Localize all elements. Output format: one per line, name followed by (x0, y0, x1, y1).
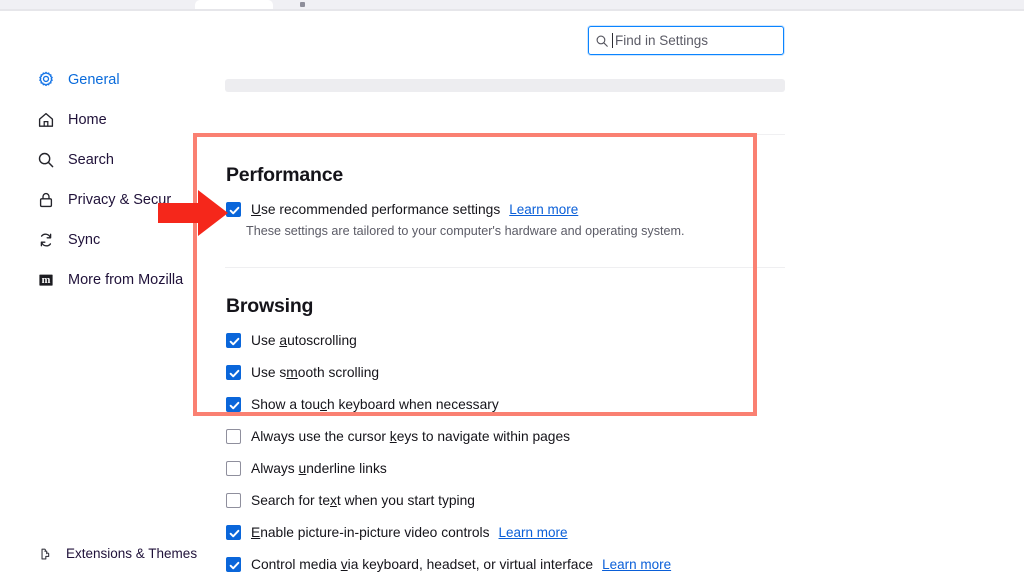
performance-description: These settings are tailored to your comp… (246, 224, 685, 238)
label-post: utoscrolling (287, 332, 357, 348)
browser-tab-strip (0, 0, 1024, 9)
sidebar-bottom-section: Extensions & Themes (0, 537, 200, 576)
sidebar-item-home[interactable]: Home (0, 100, 200, 140)
label-post: ooth scrolling (297, 364, 380, 380)
checkbox-label: Show a touch keyboard when necessary (251, 396, 499, 412)
puzzle-piece-icon (36, 546, 53, 563)
sidebar-item-label: General (68, 71, 120, 88)
access-key: U (251, 201, 261, 217)
label-post: eys to navigate within pages (396, 428, 571, 444)
home-icon (36, 110, 56, 130)
gear-icon (36, 70, 56, 90)
checkbox-checked-icon[interactable] (226, 365, 241, 380)
access-key: E (251, 524, 261, 540)
checkbox-checked-icon[interactable] (226, 397, 241, 412)
checkbox-row-recommended-performance[interactable]: Use recommended performance settings Lea… (226, 202, 578, 217)
mozilla-m-icon: m (36, 270, 56, 290)
sidebar-item-more-from-mozilla[interactable]: m More from Mozilla (0, 260, 200, 300)
learn-more-link[interactable]: Learn more (509, 202, 578, 217)
checkbox-checked-icon[interactable] (226, 202, 241, 217)
checkbox-unchecked-icon[interactable] (226, 461, 241, 476)
checkbox-label: Enable picture-in-picture video controls (251, 524, 490, 540)
checkbox-unchecked-icon[interactable] (226, 429, 241, 444)
label-post: nderline links (306, 460, 387, 476)
section-divider-top (225, 134, 785, 135)
access-key: a (279, 332, 288, 348)
checkbox-row[interactable]: Control media via keyboard, headset, or … (226, 557, 671, 572)
tab-favicon (300, 2, 305, 7)
checkbox-label: Always use the cursor keys to navigate w… (251, 428, 571, 444)
checkbox-row[interactable]: Search for text when you start typing (226, 493, 475, 508)
sidebar-item-firefox-support[interactable] (0, 571, 200, 576)
label-pre: Search for te (251, 492, 330, 508)
label-post: nable picture-in-picture video controls (260, 524, 490, 540)
access-key: x (330, 492, 337, 508)
checkbox-row[interactable]: Always use the cursor keys to navigate w… (226, 429, 570, 444)
checkbox-label: Use autoscrolling (251, 332, 357, 348)
label-rest: se recommended performance settings (260, 201, 501, 217)
checkbox-row[interactable]: Show a touch keyboard when necessary (226, 397, 499, 412)
access-key: c (320, 396, 327, 412)
label-pre: Always (251, 460, 299, 476)
text-caret (612, 33, 613, 48)
checkbox-row[interactable]: Always underline links (226, 461, 387, 476)
sidebar-item-label: Privacy & Secur (68, 191, 172, 208)
label-pre: Use s (251, 364, 287, 380)
checkbox-checked-icon[interactable] (226, 333, 241, 348)
checkbox-label: Control media via keyboard, headset, or … (251, 556, 594, 572)
learn-more-link[interactable]: Learn more (499, 525, 568, 540)
red-arrow-pointer (158, 190, 228, 236)
access-key: m (286, 364, 298, 380)
checkbox-unchecked-icon[interactable] (226, 493, 241, 508)
checkbox-label: Always underline links (251, 460, 387, 476)
checkbox-label: Search for text when you start typing (251, 492, 475, 508)
chrome-divider (0, 9, 1024, 11)
sidebar-item-search[interactable]: Search (0, 140, 200, 180)
label-pre: Control media (251, 556, 341, 572)
lock-icon (36, 190, 56, 210)
performance-section-title: Performance (226, 164, 344, 186)
checkbox-row[interactable]: Use smooth scrolling (226, 365, 379, 380)
checkbox-row[interactable]: Enable picture-in-picture video controls… (226, 525, 568, 540)
firefox-settings-screen: Find in Settings General Home Search Pri… (0, 0, 1024, 576)
sidebar-item-label: Sync (68, 231, 101, 248)
label-post: ia keyboard, headset, or virtual interfa… (347, 556, 594, 572)
checkbox-label: Use smooth scrolling (251, 364, 380, 380)
label-post: t when you start typing (336, 492, 475, 508)
checkbox-label: Use recommended performance settings (251, 201, 501, 217)
browser-tab[interactable] (195, 0, 273, 9)
search-icon (595, 34, 609, 48)
content-placeholder-bar (225, 79, 785, 92)
label-pre: Always use the cursor (251, 428, 390, 444)
sidebar-item-label: Home (68, 111, 107, 128)
checkbox-checked-icon[interactable] (226, 525, 241, 540)
sync-icon (36, 230, 56, 250)
access-key: v (340, 556, 348, 572)
search-input[interactable]: Find in Settings (588, 26, 784, 55)
label-post: h keyboard when necessary (326, 396, 499, 412)
search-placeholder: Find in Settings (615, 32, 709, 48)
checkbox-row[interactable]: Use autoscrolling (226, 333, 357, 348)
sidebar-item-extensions-themes[interactable]: Extensions & Themes (0, 537, 200, 571)
sidebar-item-label: Search (68, 151, 114, 168)
section-divider-middle (225, 267, 785, 268)
browsing-section-title: Browsing (226, 295, 314, 317)
svg-text:m: m (42, 275, 51, 286)
label-pre: Use (251, 332, 280, 348)
search-icon (36, 150, 56, 170)
sidebar-item-label: Extensions & Themes (66, 546, 198, 562)
label-pre: Show a tou (251, 396, 321, 412)
sidebar-item-label: More from Mozilla (68, 271, 184, 288)
access-key: k (389, 428, 397, 444)
checkbox-checked-icon[interactable] (226, 557, 241, 572)
learn-more-link[interactable]: Learn more (602, 557, 671, 572)
sidebar-item-general[interactable]: General (0, 60, 200, 100)
settings-sidebar: General Home Search Privacy & Secur Sync… (0, 60, 200, 300)
